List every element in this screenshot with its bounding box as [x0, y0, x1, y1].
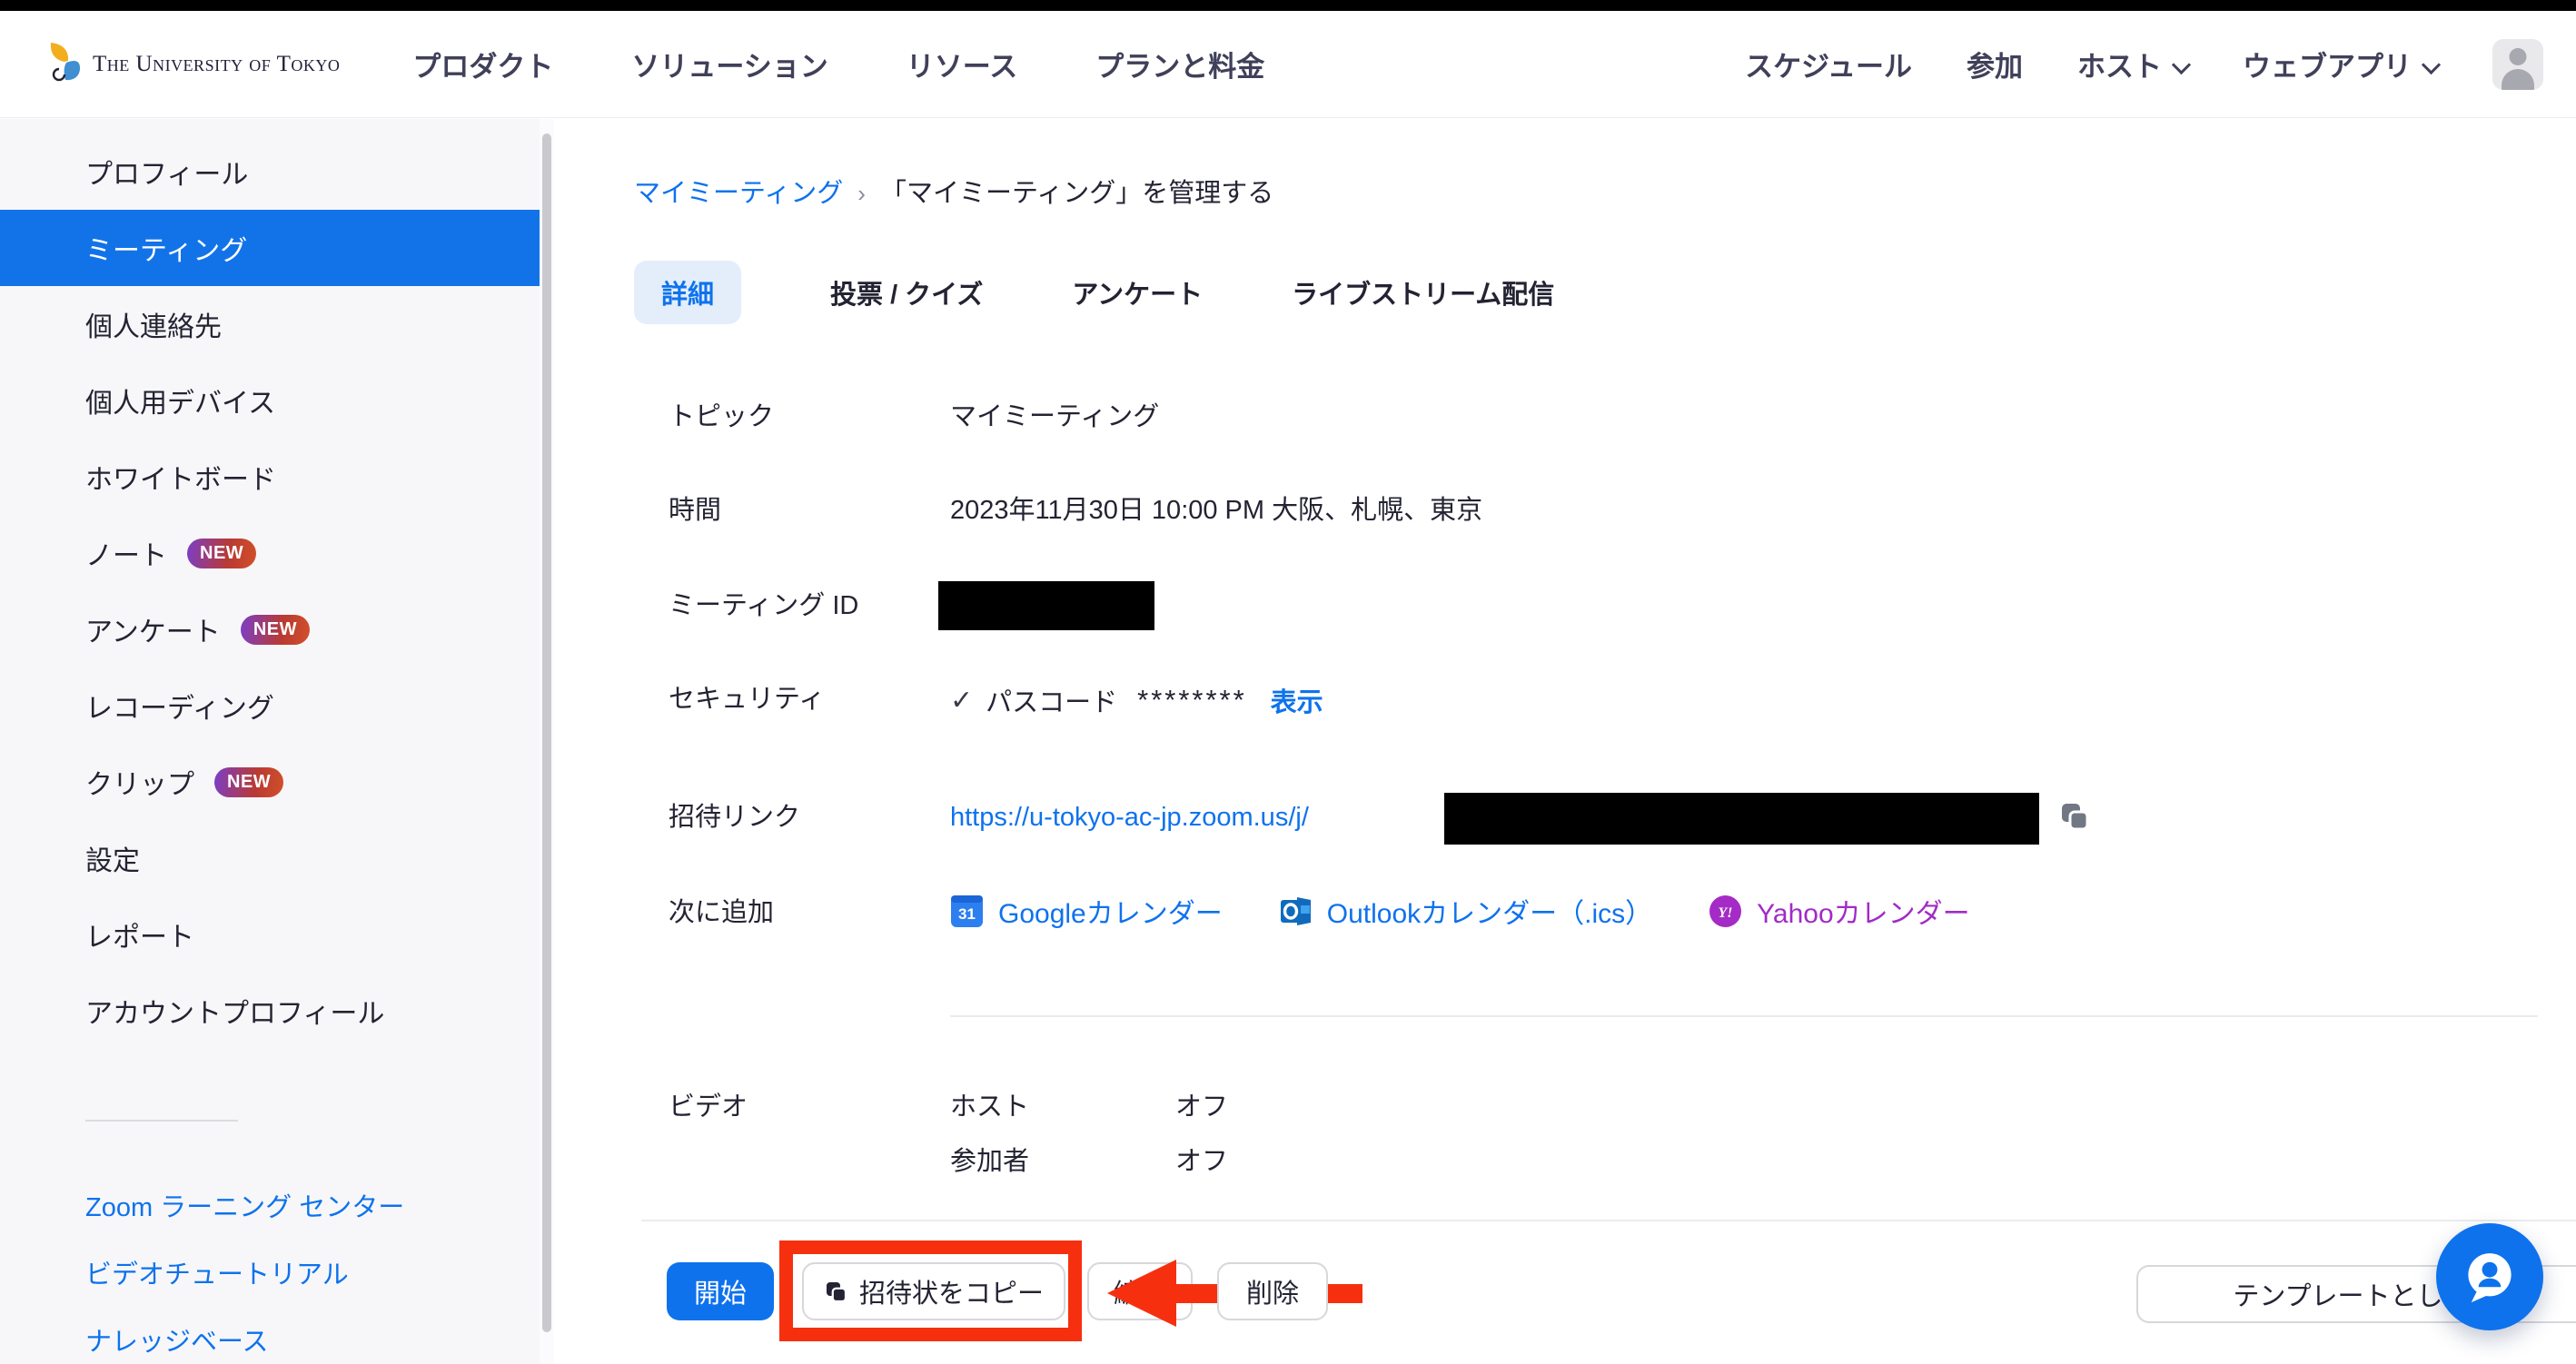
video-participant-value: オフ: [1175, 1143, 1228, 1180]
brand-text: The University of Tokyo: [93, 52, 340, 77]
sidebar-item-clips[interactable]: クリップNEW: [0, 744, 540, 820]
copy-icon: [2058, 800, 2091, 833]
link-zoom-learning-center[interactable]: Zoom ラーニング センター: [85, 1189, 404, 1227]
link-knowledge-base[interactable]: ナレッジベース: [85, 1323, 404, 1361]
edit-button[interactable]: 編集: [1087, 1262, 1193, 1320]
sidebar-footer-links: Zoom ラーニング センター ビデオチュートリアル ナレッジベース: [85, 1189, 404, 1361]
outlook-calendar-link[interactable]: Outlookカレンダー（.ics）: [1279, 891, 1652, 931]
svg-text:31: 31: [958, 905, 976, 923]
topic-value: マイミーティング: [950, 399, 1159, 435]
nav-resources[interactable]: リソース: [907, 44, 1017, 84]
new-badge: NEW: [187, 539, 256, 568]
breadcrumb: マイミーティング › 「マイミーティング」を管理する: [634, 173, 1273, 213]
start-button[interactable]: 開始: [667, 1262, 774, 1320]
show-passcode-link[interactable]: 表示: [1271, 681, 1323, 719]
sidebar-scrollbar-thumb[interactable]: [542, 133, 551, 1332]
window-top-strip: [0, 0, 2576, 11]
video-host-value: オフ: [1175, 1089, 1228, 1125]
sidebar-menu: プロフィール ミーティング 個人連絡先 個人用デバイス ホワイトボード ノートN…: [0, 133, 540, 1049]
copy-invite-link-button[interactable]: [2058, 800, 2091, 833]
video-participant-name: 参加者: [950, 1143, 1029, 1180]
top-navigation-bar: The University of Tokyo プロダクト ソリューション リソ…: [0, 11, 2576, 118]
nav-schedule[interactable]: スケジュール: [1745, 44, 1912, 84]
invite-link-label: 招待リンク: [669, 799, 800, 835]
copy-invitation-button[interactable]: 招待状をコピー: [802, 1262, 1065, 1320]
tab-details[interactable]: 詳細: [634, 261, 741, 324]
meeting-id-label: ミーティング ID: [669, 588, 858, 624]
sidebar-item-surveys[interactable]: アンケートNEW: [0, 591, 540, 667]
google-calendar-link[interactable]: 31 Googleカレンダー: [950, 891, 1223, 931]
sidebar-item-meetings[interactable]: ミーティング: [0, 210, 540, 286]
nav-plans-pricing[interactable]: プランと料金: [1095, 44, 1264, 84]
meeting-tabs: 詳細 投票 / クイズ アンケート ライブストリーム配信: [634, 261, 1554, 324]
security-row: ✓ パスコード ******** 表示: [950, 681, 1323, 719]
outlook-icon: [1279, 895, 1313, 928]
invite-link-redaction: [1444, 793, 2039, 845]
sidebar: プロフィール ミーティング 個人連絡先 個人用デバイス ホワイトボード ノートN…: [0, 119, 554, 1364]
section-divider: [950, 1015, 2538, 1017]
sidebar-item-notes[interactable]: ノートNEW: [0, 515, 540, 591]
link-video-tutorials[interactable]: ビデオチュートリアル: [85, 1256, 404, 1294]
nav-host-dropdown[interactable]: ホスト: [2077, 44, 2188, 84]
nav-webapp-dropdown[interactable]: ウェブアプリ: [2243, 44, 2438, 84]
primary-nav: プロダクト ソリューション リソース プランと料金: [412, 44, 1264, 84]
calendar-links: 31 Googleカレンダー Outlookカレンダー（.ics） Y! Y: [950, 891, 1970, 931]
breadcrumb-current: 「マイミーティング」を管理する: [880, 173, 1273, 213]
sidebar-item-whiteboard[interactable]: ホワイトボード: [0, 439, 540, 515]
passcode-label: パスコード: [986, 681, 1117, 719]
account-nav: スケジュール 参加 ホスト ウェブアプリ: [1745, 39, 2543, 90]
sidebar-item-personal-contacts[interactable]: 個人連絡先: [0, 286, 540, 362]
breadcrumb-separator: ›: [857, 173, 866, 213]
new-badge: NEW: [214, 767, 283, 797]
nav-products[interactable]: プロダクト: [412, 44, 553, 84]
check-icon: ✓: [950, 685, 973, 717]
passcode-masked-value: ********: [1137, 684, 1247, 717]
tab-live-streaming[interactable]: ライブストリーム配信: [1292, 261, 1554, 324]
time-label: 時間: [669, 492, 721, 529]
zoom-web-portal: The University of Tokyo プロダクト ソリューション リソ…: [0, 0, 2576, 1364]
sidebar-item-account-profile[interactable]: アカウントプロフィール: [0, 973, 540, 1049]
google-calendar-icon: 31: [950, 895, 984, 928]
utokyo-brand[interactable]: The University of Tokyo: [47, 41, 340, 87]
time-value: 2023年11月30日 10:00 PM 大阪、札幌、東京: [950, 492, 1482, 529]
video-label: ビデオ: [669, 1089, 748, 1125]
svg-text:Y!: Y!: [1719, 905, 1733, 921]
utokyo-logo-icon: [47, 41, 82, 87]
invite-link-url[interactable]: https://u-tokyo-ac-jp.zoom.us/j/: [950, 799, 1309, 835]
sidebar-item-settings[interactable]: 設定: [0, 820, 540, 896]
sidebar-divider: [85, 1120, 238, 1122]
sidebar-item-reports[interactable]: レポート: [0, 896, 540, 973]
support-chat-button[interactable]: [2436, 1223, 2543, 1330]
add-to-label: 次に追加: [669, 895, 774, 931]
sidebar-item-recordings[interactable]: レコーディング: [0, 667, 540, 744]
profile-avatar[interactable]: [2492, 39, 2543, 90]
new-badge: NEW: [241, 615, 310, 645]
nav-solutions[interactable]: ソリューション: [631, 44, 827, 84]
yahoo-icon: Y!: [1709, 895, 1742, 928]
footer-divider: [641, 1220, 2576, 1221]
copy-icon: [824, 1280, 848, 1304]
chevron-down-icon: [2172, 55, 2191, 74]
sidebar-item-profile[interactable]: プロフィール: [0, 133, 540, 210]
security-label: セキュリティ: [669, 681, 825, 717]
tab-polls-quizzes[interactable]: 投票 / クイズ: [830, 261, 983, 324]
video-host-name: ホスト: [950, 1089, 1029, 1125]
nav-join[interactable]: 参加: [1967, 44, 2023, 84]
delete-button[interactable]: 削除: [1217, 1262, 1328, 1320]
chevron-down-icon: [2422, 55, 2441, 74]
yahoo-calendar-link[interactable]: Y! Yahooカレンダー: [1709, 891, 1970, 931]
meeting-detail-content: マイミーティング › 「マイミーティング」を管理する 詳細 投票 / クイズ ア…: [554, 119, 2576, 1364]
topic-label: トピック: [669, 399, 774, 435]
support-chat-icon: [2457, 1244, 2522, 1310]
breadcrumb-my-meetings-link[interactable]: マイミーティング: [634, 173, 843, 213]
tab-survey[interactable]: アンケート: [1072, 261, 1203, 324]
sidebar-item-personal-devices[interactable]: 個人用デバイス: [0, 362, 540, 439]
meeting-id-redaction: [938, 581, 1154, 630]
